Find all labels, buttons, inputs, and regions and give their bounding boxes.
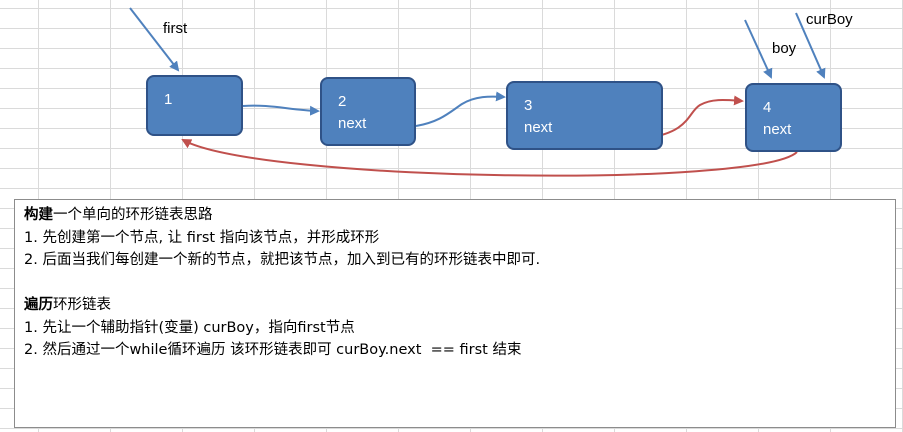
node-1: 1 xyxy=(146,75,243,136)
node-next-label: next xyxy=(763,121,792,138)
node-next-label: next xyxy=(338,115,367,132)
curboy-pointer-label: curBoy xyxy=(806,11,853,28)
node-2: 2 next xyxy=(320,77,416,146)
traverse-heading-line: 遍历环形链表 xyxy=(24,294,886,317)
notes-textbox: 构建一个单向的环形链表思路 1. 先创建第一个节点, 让 first 指向该节点… xyxy=(14,199,896,428)
node-number: 4 xyxy=(763,99,772,116)
traverse-heading-bold: 遍历 xyxy=(24,297,53,313)
build-heading-bold: 构建 xyxy=(24,207,53,223)
node-number: 1 xyxy=(164,91,173,108)
link-arrow-1-to-2 xyxy=(242,104,320,116)
node-next-label: next xyxy=(524,119,553,136)
build-step-2: 2. 后面当我们每创建一个新的节点，就把该节点，加入到已有的环形链表中即可. xyxy=(24,252,541,268)
first-pointer-arrow xyxy=(129,7,180,72)
build-heading-rest: 一个单向的环形链表思路 xyxy=(53,207,213,223)
traverse-heading-rest: 环形链表 xyxy=(53,297,111,313)
boy-pointer-arrow xyxy=(744,19,773,79)
traverse-step-2: 2. 然后通过一个while循环遍历 该环形链表即可 curBoy.next =… xyxy=(24,342,522,358)
boy-pointer-label: boy xyxy=(772,40,797,57)
back-arrow-4-to-1 xyxy=(181,139,798,177)
node-3: 3 next xyxy=(506,81,663,150)
node-4: 4 next xyxy=(745,83,842,152)
node-number: 2 xyxy=(338,93,347,110)
build-step-1: 1. 先创建第一个节点, 让 first 指向该节点，并形成环形 xyxy=(24,229,380,246)
first-pointer-label: first xyxy=(163,20,188,37)
link-arrow-2-to-3 xyxy=(415,91,506,127)
node-number: 3 xyxy=(524,97,533,114)
traverse-step-1: 1. 先让一个辅助指针(变量) curBoy，指向first节点 xyxy=(24,319,355,336)
build-heading-line: 构建一个单向的环形链表思路 xyxy=(24,204,886,227)
